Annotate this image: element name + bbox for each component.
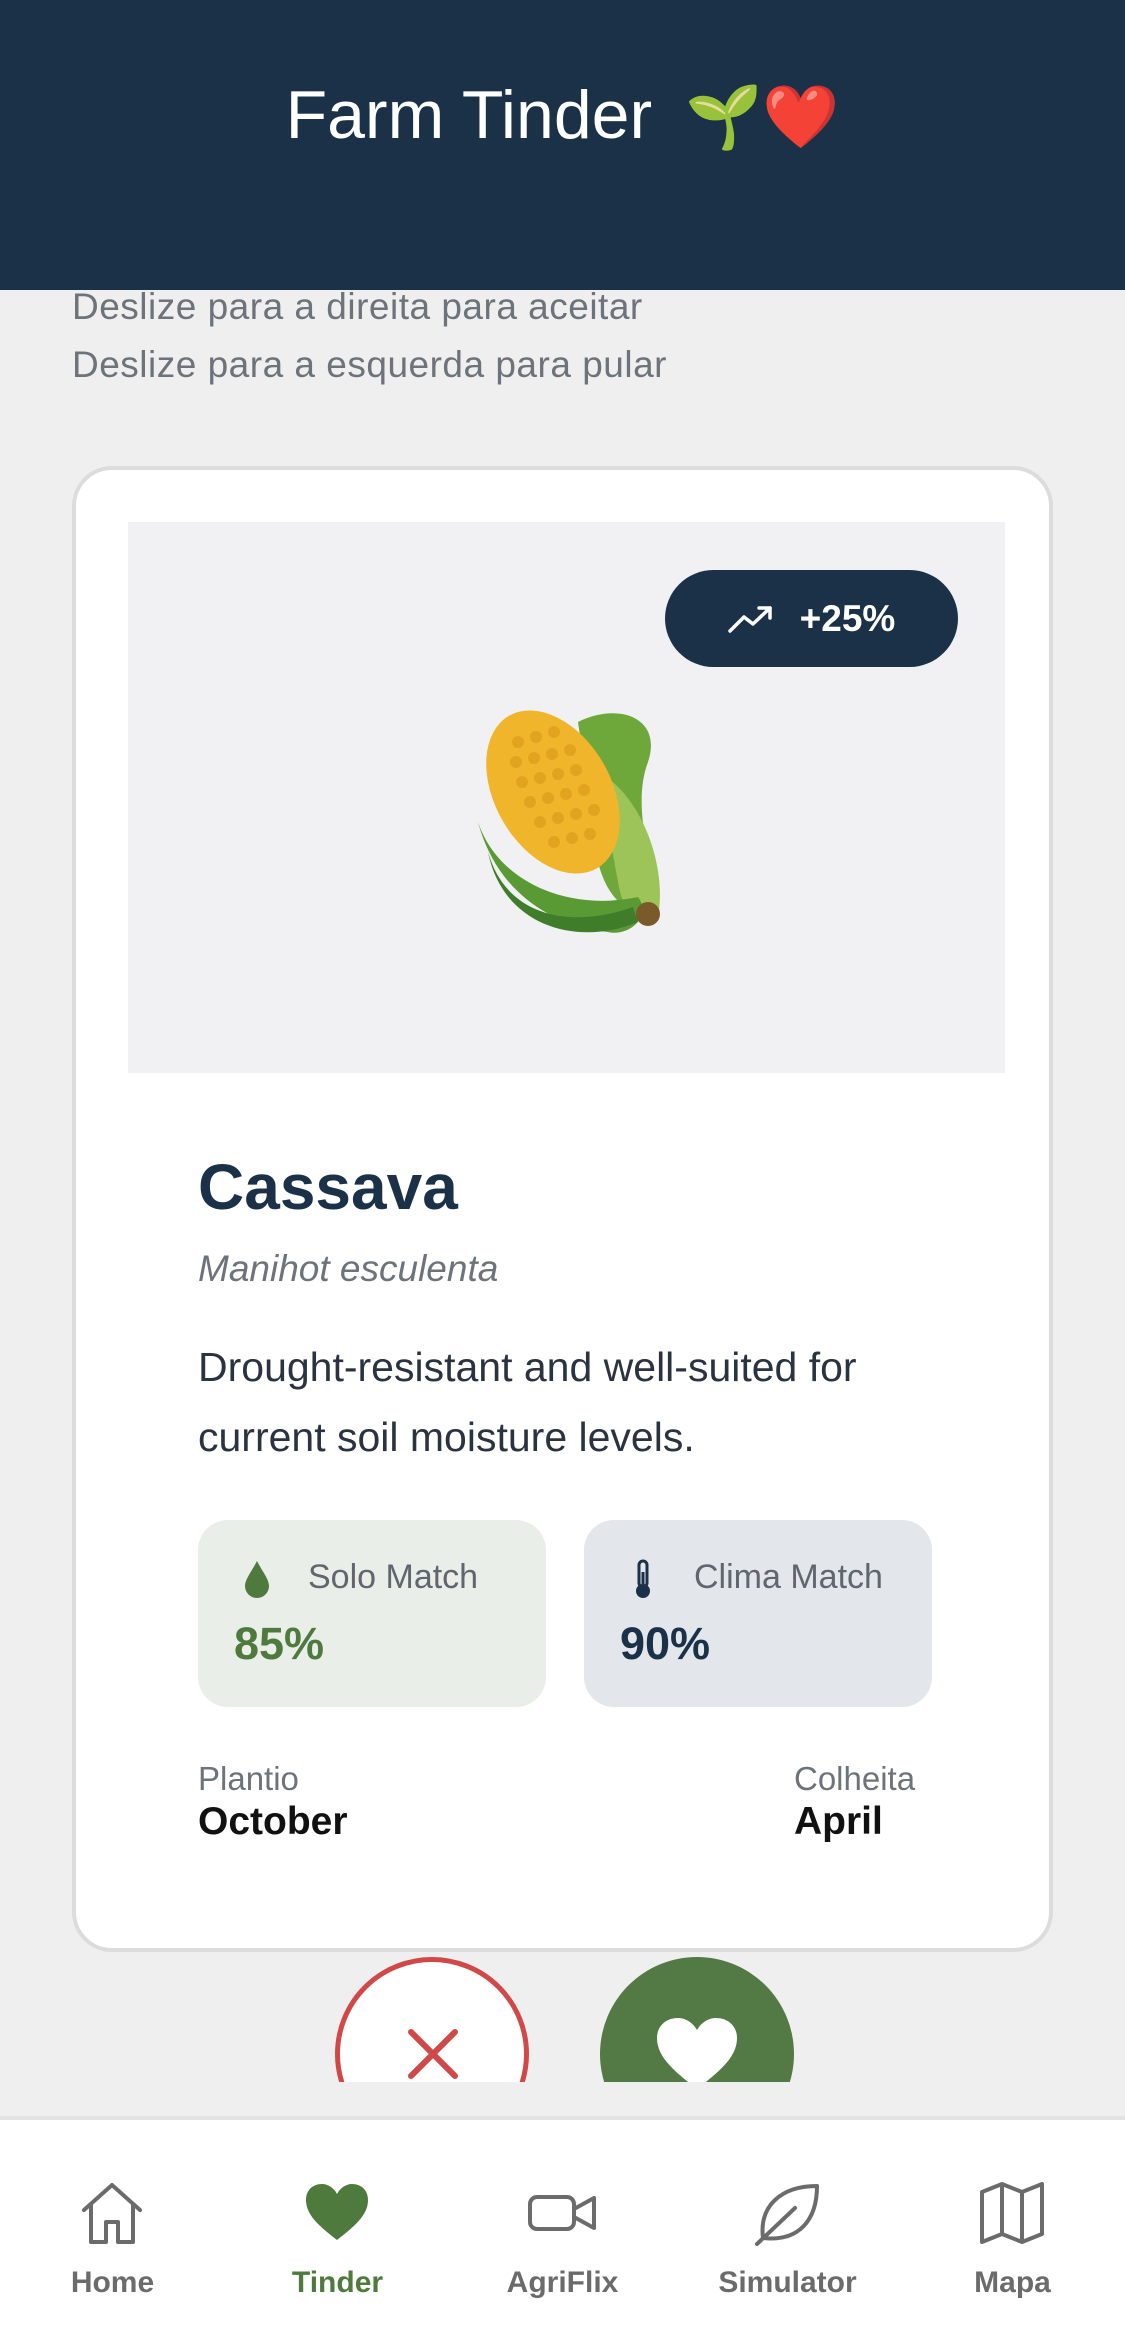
like-button[interactable] bbox=[600, 1957, 794, 2082]
trending-up-icon bbox=[727, 605, 772, 633]
home-icon bbox=[82, 2183, 142, 2244]
swipe-actions bbox=[0, 1952, 1125, 2082]
droplet-icon bbox=[245, 1561, 269, 1598]
colheita-label: Colheita bbox=[794, 1760, 916, 1797]
tab-mapa[interactable]: Mapa bbox=[900, 2120, 1125, 2347]
plantio-value: October bbox=[198, 1800, 348, 1843]
leaf-icon bbox=[755, 2184, 819, 2246]
tab-simulator-label: Simulator bbox=[718, 2266, 857, 2299]
solo-match-value: 85% bbox=[234, 1618, 325, 1669]
video-icon bbox=[528, 2195, 596, 2231]
skip-button[interactable] bbox=[335, 1957, 529, 2082]
colheita-value: April bbox=[794, 1800, 883, 1843]
clima-match-label: Clima Match bbox=[694, 1558, 883, 1596]
tab-home-label: Home bbox=[70, 2266, 155, 2299]
page-title: Farm Tinder 🌱❤️ bbox=[0, 70, 1125, 163]
hint-swipe-right: Deslize para a direita para aceitar bbox=[72, 286, 643, 327]
solo-match-label: Solo Match bbox=[308, 1558, 479, 1596]
tab-mapa-label: Mapa bbox=[974, 2266, 1051, 2299]
close-icon bbox=[408, 2029, 458, 2079]
tab-tinder-label: Tinder bbox=[291, 2266, 384, 2299]
crop-card[interactable]: +25% Cassava Manihot esculenta Drought-r… bbox=[72, 466, 1053, 1952]
clima-match-value: 90% bbox=[620, 1618, 711, 1669]
page-title-text: Farm Tinder bbox=[285, 77, 653, 153]
tab-simulator[interactable]: Simulator bbox=[675, 2120, 900, 2347]
bottom-tab-bar: Home Tinder AgriFlix Simulator Mapa bbox=[0, 2116, 1125, 2347]
heart-icon bbox=[306, 2184, 368, 2240]
tab-agriflix-label: AgriFlix bbox=[506, 2266, 619, 2299]
hint-swipe-left: Deslize para a esquerda para pular bbox=[72, 344, 667, 385]
crop-description: Drought-resistant and well-suited for cu… bbox=[198, 1344, 857, 1460]
crop-name: Cassava bbox=[198, 1151, 458, 1223]
tab-home[interactable]: Home bbox=[0, 2120, 225, 2347]
crop-scientific-name: Manihot esculenta bbox=[198, 1248, 499, 1289]
tab-tinder[interactable]: Tinder bbox=[225, 2120, 450, 2347]
thermometer-icon bbox=[636, 1559, 650, 1598]
trend-value: +25% bbox=[799, 597, 896, 639]
map-icon bbox=[980, 2182, 1044, 2244]
plantio-label: Plantio bbox=[198, 1760, 299, 1797]
clima-match-box: Clima Match 90% bbox=[584, 1520, 932, 1707]
corn-icon bbox=[478, 710, 660, 933]
heart-icon bbox=[657, 2018, 737, 2082]
app-header: Farm Tinder 🌱❤️ bbox=[0, 0, 1125, 290]
tab-agriflix[interactable]: AgriFlix bbox=[450, 2120, 675, 2347]
title-emoji: 🌱❤️ bbox=[685, 83, 840, 152]
crop-image-area: +25% bbox=[128, 522, 1005, 1073]
solo-match-box: Solo Match 85% bbox=[198, 1520, 546, 1707]
trend-badge: +25% bbox=[665, 570, 958, 667]
